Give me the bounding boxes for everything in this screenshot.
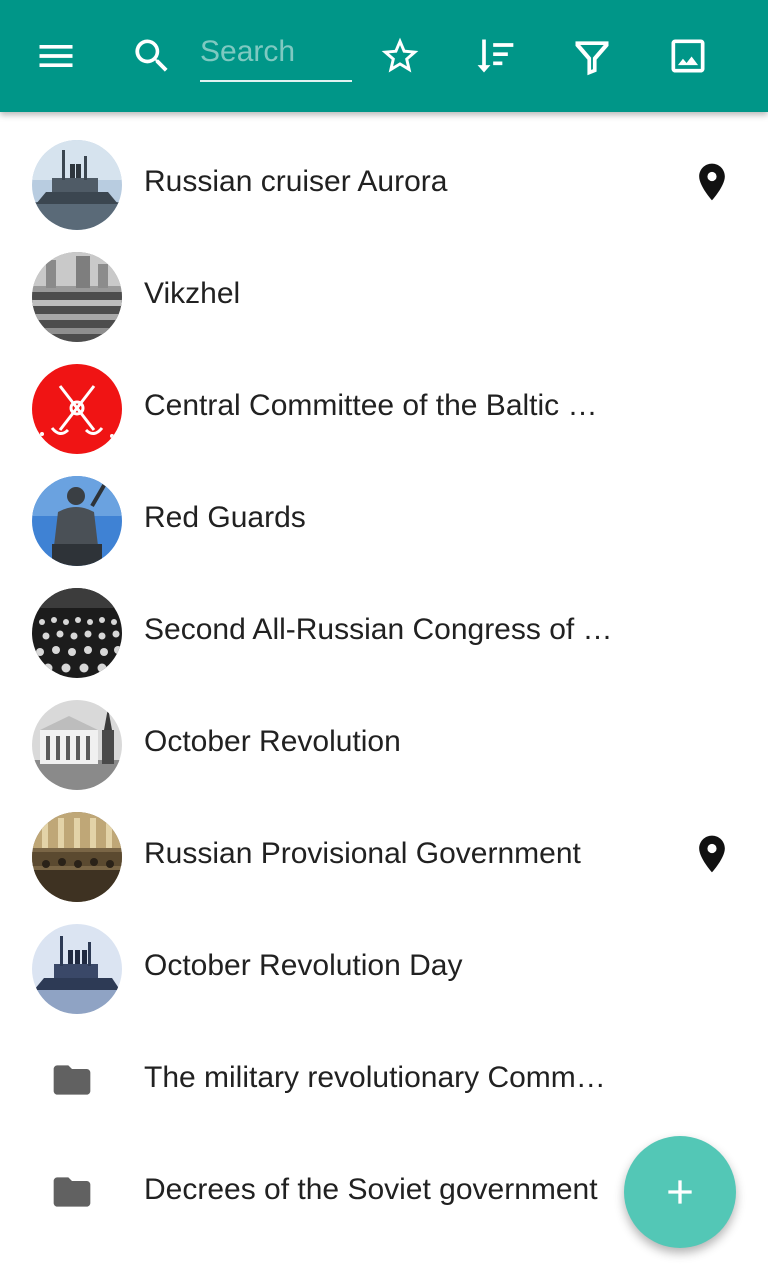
sort-icon — [477, 39, 514, 73]
search-button[interactable] — [126, 30, 178, 82]
list-item[interactable]: Russian cruiser Aurora — [0, 112, 768, 230]
folder-icon — [50, 1170, 94, 1214]
item-label: Red Guards — [144, 501, 306, 534]
item-thumbnail — [32, 588, 122, 678]
item-label: Vikzhel — [144, 277, 241, 310]
item-thumbnail — [32, 812, 122, 902]
item-label: Second All-Russian Congress of … — [144, 613, 613, 646]
list-item[interactable]: Vikzhel — [0, 224, 768, 342]
plus-icon — [668, 1180, 692, 1204]
location-button[interactable] — [690, 830, 734, 878]
list-item[interactable]: October Revolution Day — [0, 896, 768, 1014]
star-outline-icon — [381, 37, 419, 73]
search-input[interactable] — [200, 26, 352, 78]
image-icon — [671, 39, 705, 73]
list-item[interactable]: The military revolutionary Comm… — [0, 1008, 768, 1120]
favorites-button[interactable] — [374, 30, 426, 82]
add-button[interactable] — [624, 1136, 736, 1248]
menu-button[interactable] — [30, 30, 82, 82]
location-button[interactable] — [690, 158, 734, 206]
item-list: Russian cruiser Aurora Vikzhel Central C… — [0, 112, 768, 1232]
app-toolbar — [0, 0, 768, 112]
item-label: Russian Provisional Government — [144, 837, 581, 870]
list-item[interactable]: Central Committee of the Baltic … — [0, 336, 768, 454]
location-pin-icon — [699, 163, 725, 201]
item-label: October Revolution — [144, 725, 401, 758]
location-pin-icon — [699, 835, 725, 873]
search-field[interactable] — [200, 26, 352, 82]
item-thumbnail — [32, 924, 122, 1014]
search-icon — [135, 39, 168, 72]
item-thumbnail — [32, 476, 122, 566]
list-item[interactable]: Second All-Russian Congress of … — [0, 560, 768, 678]
list-item[interactable]: Russian Provisional Government — [0, 784, 768, 902]
item-thumbnail — [32, 364, 122, 454]
filter-icon — [575, 41, 609, 76]
item-label: Decrees of the Soviet government — [144, 1173, 598, 1206]
item-label: October Revolution Day — [144, 949, 463, 982]
folder-icon — [50, 1058, 94, 1102]
menu-icon — [39, 45, 73, 67]
list-item[interactable]: Red Guards — [0, 448, 768, 566]
list-item[interactable]: October Revolution — [0, 672, 768, 790]
item-label: The military revolutionary Comm… — [144, 1061, 606, 1094]
item-thumbnail — [32, 140, 122, 230]
sort-button[interactable] — [469, 30, 521, 82]
item-label: Russian cruiser Aurora — [144, 165, 448, 198]
item-label: Central Committee of the Baltic … — [144, 389, 598, 422]
item-thumbnail — [32, 252, 122, 342]
item-thumbnail — [32, 700, 122, 790]
image-button[interactable] — [662, 30, 714, 82]
filter-button[interactable] — [566, 30, 618, 82]
